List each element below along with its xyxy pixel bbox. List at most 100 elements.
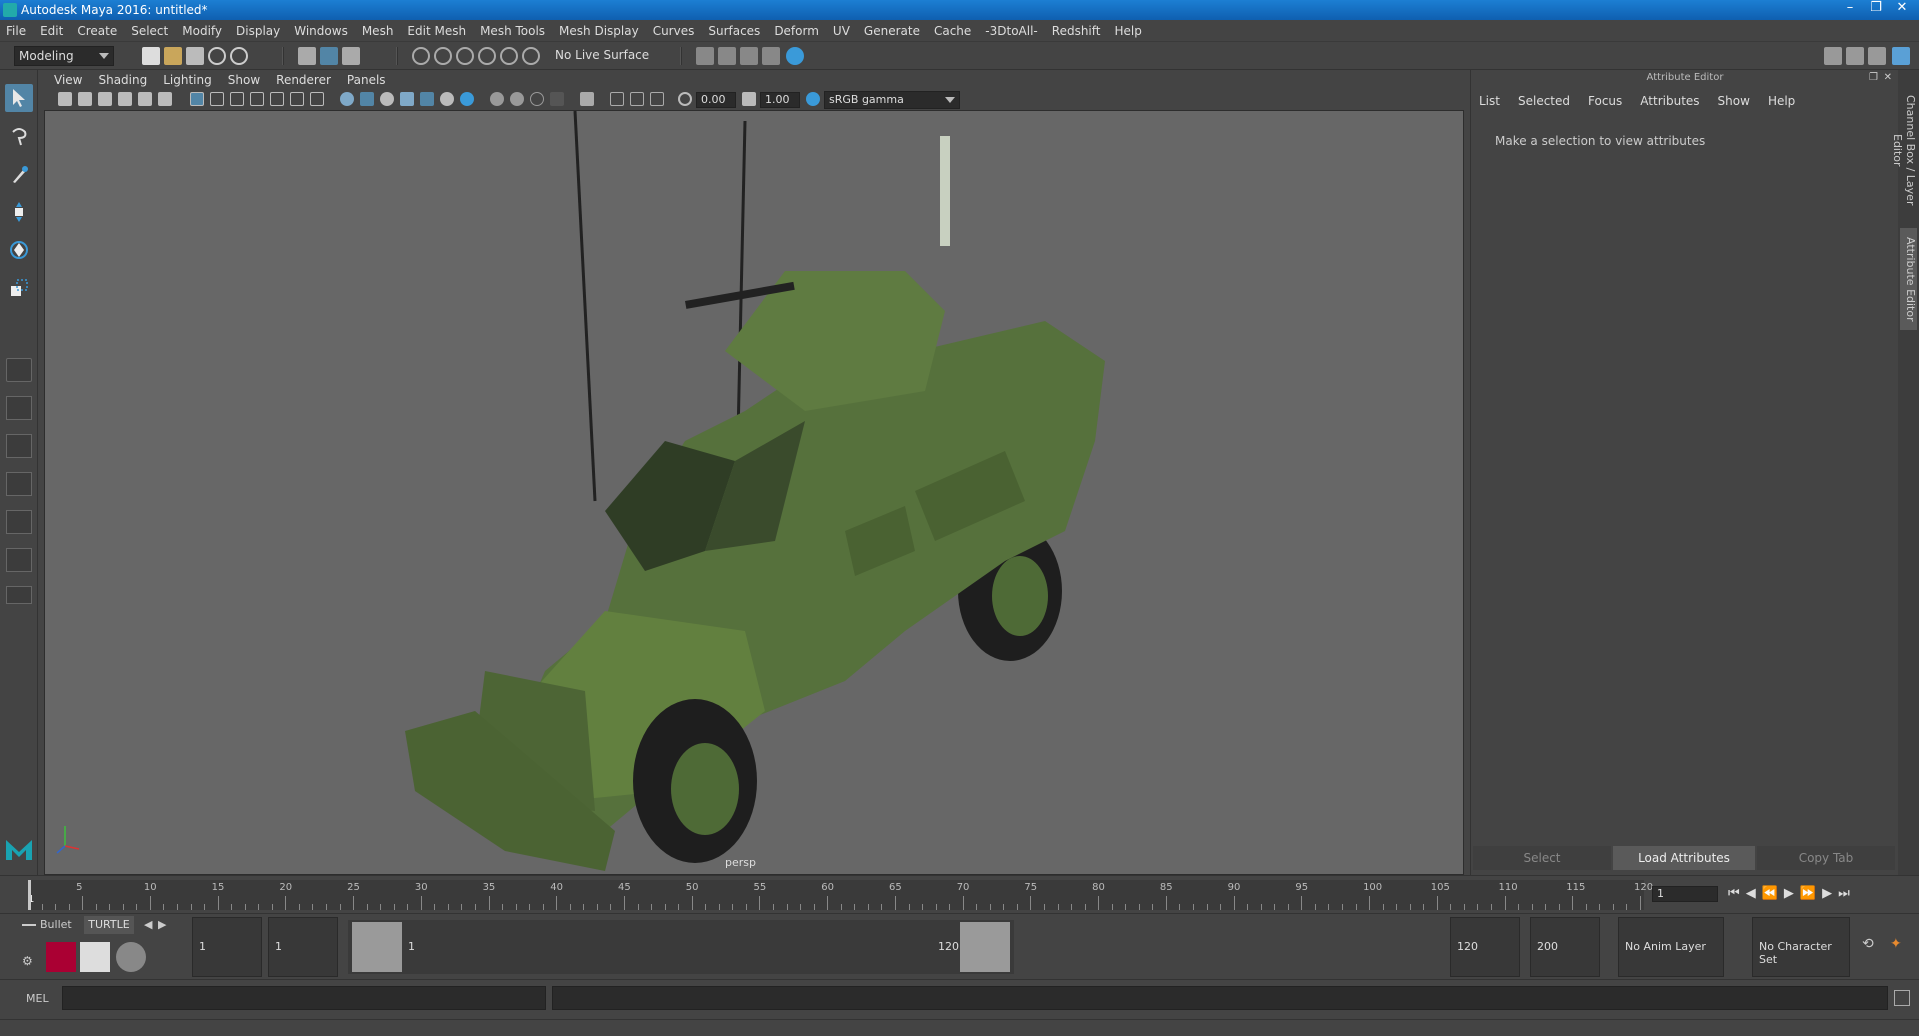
select-by-hierarchy-icon[interactable] (298, 47, 316, 65)
menu-generate[interactable]: Generate (864, 24, 920, 38)
panel-menu-shading[interactable]: Shading (98, 73, 147, 87)
move-tool[interactable] (5, 198, 33, 226)
exposure-field[interactable]: 0.00 (696, 92, 736, 108)
current-frame-field[interactable]: 1 (1652, 886, 1718, 902)
save-scene-icon[interactable] (186, 47, 204, 65)
menu-uv[interactable]: UV (833, 24, 850, 38)
new-scene-icon[interactable] (142, 47, 160, 65)
menu-help[interactable]: Help (1114, 24, 1141, 38)
ae-menu-attributes[interactable]: Attributes (1640, 94, 1699, 108)
xray-joints-icon[interactable] (630, 92, 644, 106)
gamma-icon[interactable] (742, 92, 756, 106)
2d-pan-zoom-icon[interactable] (138, 92, 152, 106)
menu-edit[interactable]: Edit (40, 24, 63, 38)
mrap-vehicle-model[interactable] (45, 111, 1464, 875)
modeling-toolkit-icon[interactable] (1824, 47, 1842, 65)
menu-surfaces[interactable]: Surfaces (708, 24, 760, 38)
live-surface-field[interactable]: No Live Surface (551, 46, 651, 66)
load-attributes-button[interactable]: Load Attributes (1613, 846, 1755, 870)
grid-toggle-icon[interactable] (190, 92, 204, 106)
panel-menu-show[interactable]: Show (228, 73, 260, 87)
menu-3dtoall[interactable]: -3DtoAll- (985, 24, 1037, 38)
single-perspective-layout-icon[interactable] (6, 358, 32, 382)
wireframe-icon[interactable] (340, 92, 354, 106)
perspective-viewport[interactable]: persp (44, 110, 1464, 875)
character-set-dropdown[interactable]: No Character Set (1752, 917, 1850, 977)
persp-outliner-layout-icon[interactable] (6, 434, 32, 458)
ae-menu-focus[interactable]: Focus (1588, 94, 1622, 108)
menu-modify[interactable]: Modify (182, 24, 222, 38)
textured-icon[interactable] (420, 92, 434, 106)
undo-icon[interactable] (208, 47, 226, 65)
snap-to-grid-icon[interactable] (412, 47, 430, 65)
smooth-shade-icon[interactable] (360, 92, 374, 106)
ae-menu-show[interactable]: Show (1718, 94, 1750, 108)
time-slider[interactable]: 5 10 15 20 25 30 35 40 45 50 55 60 65 70 75 80 85 90 95 100… (0, 875, 1919, 913)
snap-to-curve-icon[interactable] (434, 47, 452, 65)
panel-menu-panels[interactable]: Panels (347, 73, 386, 87)
ae-select-button[interactable]: Select (1473, 846, 1611, 870)
menu-edit-mesh[interactable]: Edit Mesh (407, 24, 466, 38)
anim-layer-dropdown[interactable]: No Anim Layer (1618, 917, 1724, 977)
bookmark-icon[interactable] (98, 92, 112, 106)
minimize-button[interactable]: – (1837, 0, 1863, 18)
film-gate-icon[interactable] (210, 92, 224, 106)
ipr-render-icon[interactable] (740, 47, 758, 65)
redo-icon[interactable] (230, 47, 248, 65)
turtle-bake-icon[interactable] (80, 942, 110, 972)
copy-tab-button[interactable]: Copy Tab (1757, 846, 1895, 870)
ae-menu-list[interactable]: List (1479, 94, 1500, 108)
range-start-handle[interactable] (352, 922, 402, 972)
rotate-tool[interactable] (5, 236, 33, 264)
float-panel-icon[interactable]: ❐ (1869, 72, 1878, 83)
snap-to-point-icon[interactable] (456, 47, 474, 65)
isolate-select-icon[interactable] (580, 92, 594, 106)
menu-file[interactable]: File (6, 24, 26, 38)
shelf-scroll-left-icon[interactable]: ◀ (144, 918, 152, 931)
panel-menu-view[interactable]: View (54, 73, 82, 87)
menu-cache[interactable]: Cache (934, 24, 971, 38)
select-by-object-icon[interactable] (320, 47, 338, 65)
command-input[interactable] (62, 986, 546, 1010)
shelf-menu-icon[interactable] (22, 924, 36, 926)
script-language-label[interactable]: MEL (26, 992, 49, 1005)
xray-icon[interactable] (610, 92, 624, 106)
menu-deform[interactable]: Deform (774, 24, 819, 38)
shelf-tab-turtle[interactable]: TURTLE (84, 916, 134, 934)
depth-of-field-icon[interactable] (550, 92, 564, 106)
layout-options-icon[interactable] (6, 586, 32, 604)
panel-menu-renderer[interactable]: Renderer (276, 73, 331, 87)
tool-settings-icon[interactable] (1868, 47, 1886, 65)
default-material-icon[interactable] (380, 92, 394, 106)
make-live-icon[interactable] (522, 47, 540, 65)
render-settings-icon[interactable] (762, 47, 780, 65)
range-end-handle[interactable] (960, 922, 1010, 972)
ae-menu-selected[interactable]: Selected (1518, 94, 1570, 108)
open-scene-icon[interactable] (164, 47, 182, 65)
maximize-button[interactable]: ❐ (1863, 0, 1889, 18)
wireframe-on-shaded-icon[interactable] (400, 92, 414, 106)
exposure-icon[interactable] (678, 92, 692, 106)
multisample-aa-icon[interactable] (530, 92, 544, 106)
attribute-editor-toggle-icon[interactable] (1846, 47, 1864, 65)
gamma-field[interactable]: 1.00 (760, 92, 800, 108)
end-time-field[interactable]: 200 (1530, 917, 1600, 977)
shelf-tab-bullet[interactable]: Bullet (40, 918, 72, 931)
persp-hypershade-layout-icon[interactable] (6, 510, 32, 534)
render-frame-icon[interactable] (718, 47, 736, 65)
field-chart-icon[interactable] (270, 92, 284, 106)
screen-space-ao-icon[interactable] (490, 92, 504, 106)
ae-menu-help[interactable]: Help (1768, 94, 1795, 108)
time-ruler[interactable]: 5 10 15 20 25 30 35 40 45 50 55 60 65 70 75 80 85 90 95 100… (28, 880, 1653, 910)
menu-mesh-display[interactable]: Mesh Display (559, 24, 639, 38)
animation-preferences-icon[interactable]: ✦ (1890, 936, 1902, 952)
menu-mesh-tools[interactable]: Mesh Tools (480, 24, 545, 38)
color-management-icon[interactable] (806, 92, 820, 106)
select-tool[interactable] (5, 84, 33, 112)
start-time-field[interactable]: 1 (192, 917, 262, 977)
shelf-scroll-right-icon[interactable]: ▶ (158, 918, 166, 931)
custom-layout-icon[interactable] (6, 548, 32, 572)
scale-tool[interactable] (5, 274, 33, 302)
menu-windows[interactable]: Windows (294, 24, 348, 38)
hypershade-icon[interactable] (786, 47, 804, 65)
